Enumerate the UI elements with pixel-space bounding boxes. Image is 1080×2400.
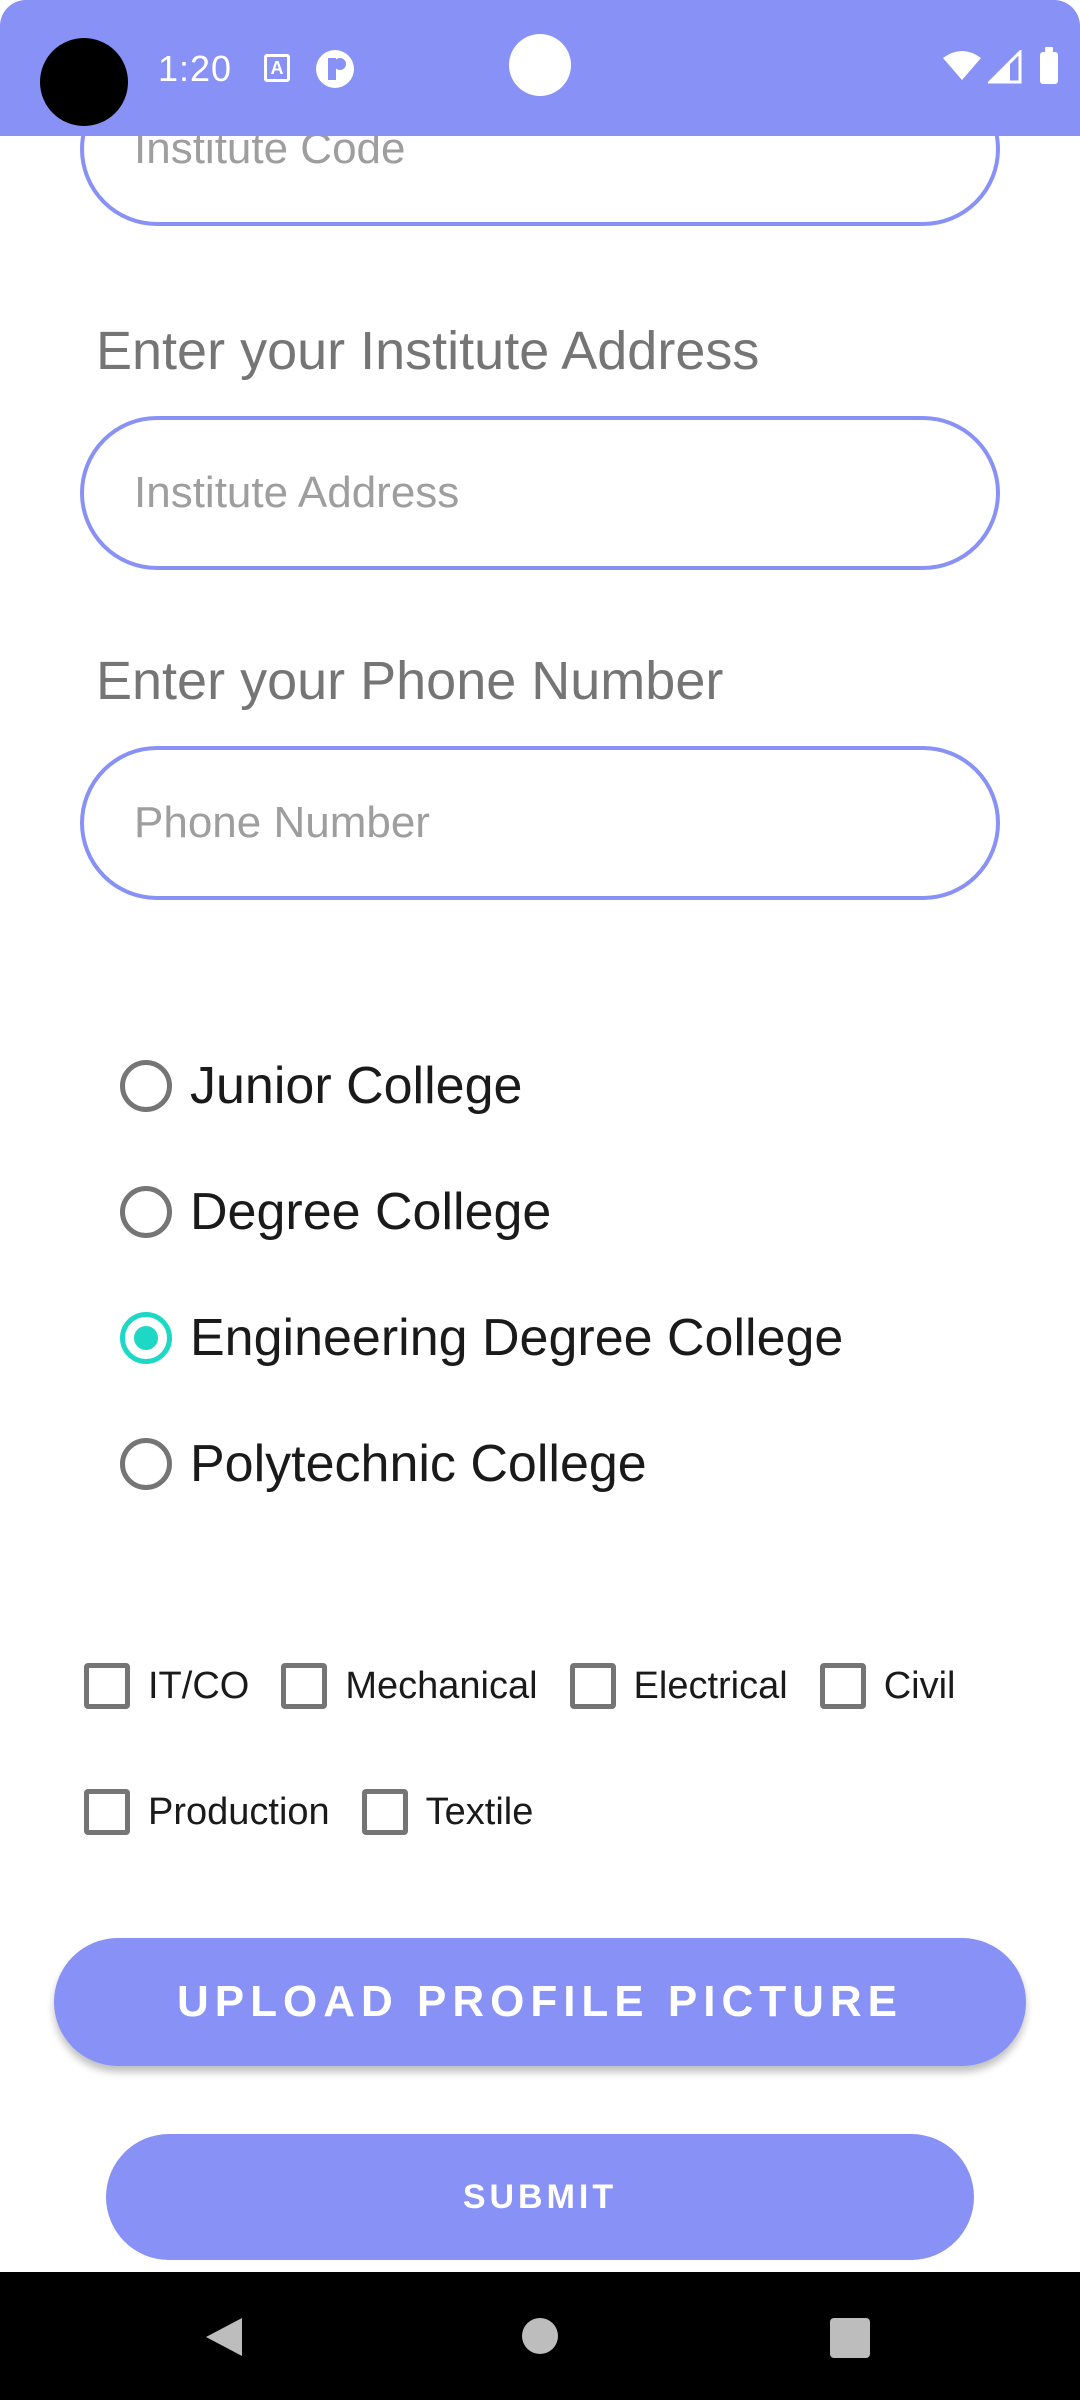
phone-number-field[interactable]: Phone Number: [80, 746, 1000, 900]
radio-label: Polytechnic College: [190, 1435, 647, 1493]
recents-icon[interactable]: [830, 2318, 870, 2358]
checkbox-label: Production: [148, 1790, 330, 1833]
radio-degree-college[interactable]: Degree College: [120, 1172, 551, 1252]
battery-icon: [1040, 47, 1058, 84]
checkbox-civil[interactable]: Civil: [819, 1663, 956, 1709]
checkbox[interactable]: [84, 1789, 130, 1835]
upload-profile-picture-button[interactable]: UPLOAD PROFILE PICTURE: [54, 1938, 1026, 2066]
form-content: Institute Code Enter your Institute Addr…: [0, 136, 1080, 2272]
checkbox-label: IT/CO: [148, 1664, 250, 1707]
branch-checkbox-row-1: IT/CO Mechanical Electrical Civil: [84, 1656, 987, 1716]
branch-checkbox-row-2: Production Textile: [84, 1782, 565, 1842]
camera-cutout: [40, 38, 128, 126]
checkbox[interactable]: [819, 1663, 866, 1709]
radio-polytechnic-college[interactable]: Polytechnic College: [120, 1424, 647, 1504]
home-icon[interactable]: [522, 2318, 558, 2354]
institute-address-placeholder: Institute Address: [134, 468, 460, 517]
institute-address-label: Enter your Institute Address: [96, 321, 760, 381]
status-time: 1:20: [158, 48, 233, 89]
app-screen: 1:20 A Institute Code Enter your Institu…: [0, 0, 1080, 2400]
checkbox-label: Textile: [425, 1790, 534, 1833]
checkbox-it-co[interactable]: IT/CO: [84, 1663, 249, 1709]
radio-button-selected[interactable]: [120, 1312, 172, 1364]
back-icon[interactable]: [204, 2316, 244, 2358]
checkbox-label: Electrical: [633, 1664, 788, 1707]
checkbox[interactable]: [84, 1663, 130, 1709]
checkbox-mechanical[interactable]: Mechanical: [281, 1663, 538, 1709]
signal-icon: [988, 50, 1022, 84]
p-icon: [316, 50, 354, 88]
radio-label: Junior College: [190, 1057, 523, 1115]
radio-button[interactable]: [120, 1438, 172, 1490]
submit-button[interactable]: SUBMIT: [106, 2134, 974, 2260]
phone-number-label: Enter your Phone Number: [96, 651, 724, 711]
checkbox[interactable]: [361, 1789, 408, 1835]
checkbox-label: Civil: [883, 1664, 956, 1707]
radio-label: Degree College: [190, 1183, 552, 1241]
text-icon: A: [264, 54, 290, 82]
institute-code-placeholder: Institute Code: [134, 136, 406, 173]
checkbox-textile[interactable]: Textile: [361, 1789, 534, 1835]
institute-code-field[interactable]: Institute Code: [80, 136, 1000, 226]
checkbox-label: Mechanical: [345, 1664, 538, 1707]
radio-label: Engineering Degree College: [190, 1309, 844, 1367]
status-bar: 1:20 A: [0, 0, 1080, 136]
wifi-icon: [943, 51, 981, 80]
checkbox[interactable]: [569, 1663, 616, 1709]
radio-engineering-degree-college[interactable]: Engineering Degree College: [120, 1298, 843, 1378]
checkbox-production[interactable]: Production: [84, 1789, 330, 1835]
checkbox[interactable]: [281, 1663, 328, 1709]
front-camera: [509, 34, 571, 96]
checkbox-electrical[interactable]: Electrical: [569, 1663, 788, 1709]
institute-address-field[interactable]: Institute Address: [80, 416, 1000, 570]
navigation-bar: [0, 2272, 1080, 2400]
radio-button[interactable]: [120, 1060, 172, 1112]
radio-button[interactable]: [120, 1186, 172, 1238]
phone-number-placeholder: Phone Number: [134, 798, 430, 847]
radio-junior-college[interactable]: Junior College: [120, 1046, 522, 1126]
